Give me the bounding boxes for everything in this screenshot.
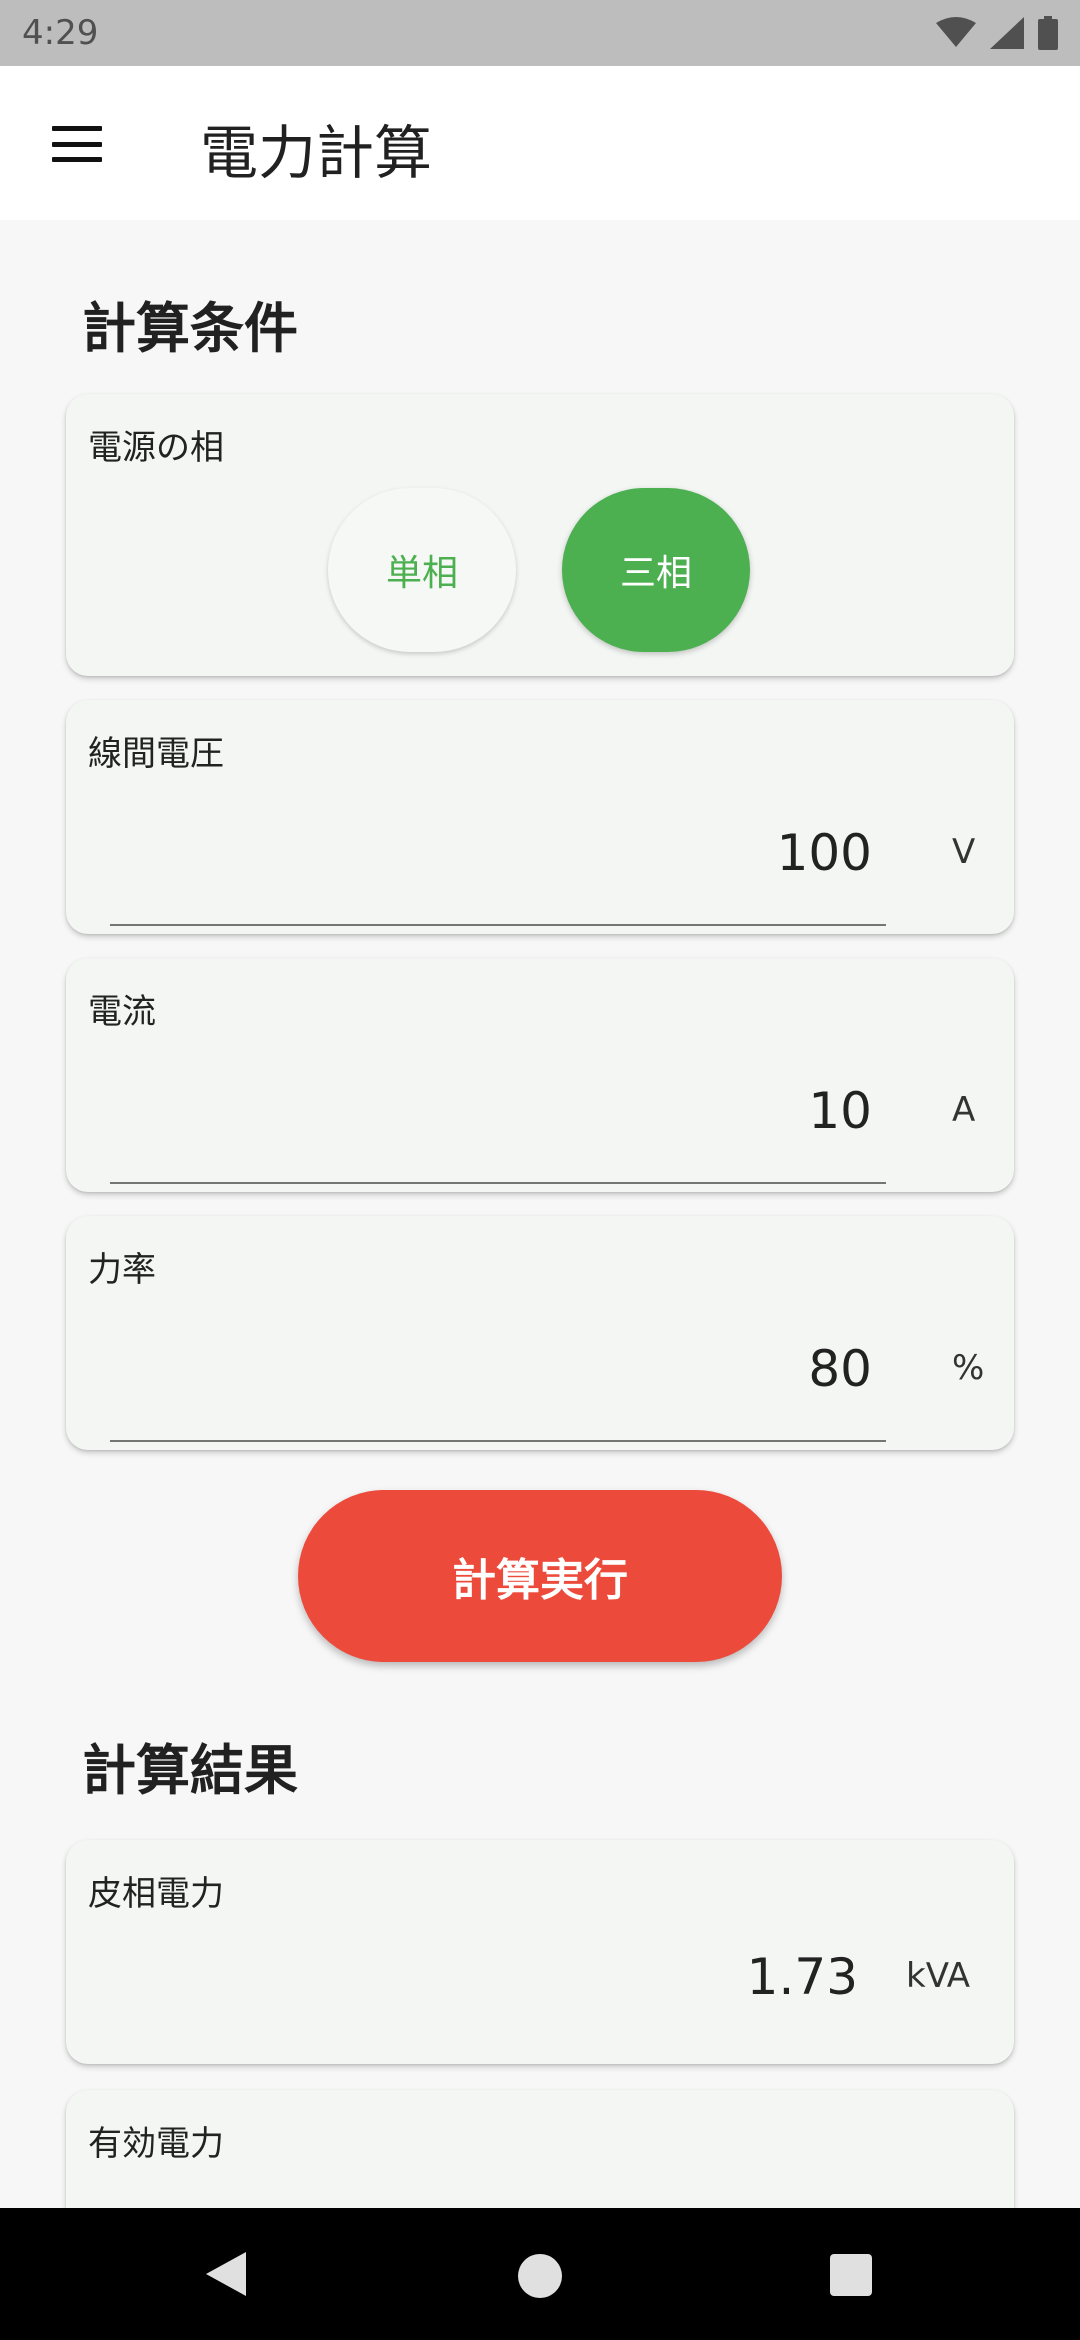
voltage-label: 線間電圧 (88, 734, 224, 774)
back-icon[interactable] (204, 2250, 248, 2298)
battery-icon (1038, 16, 1058, 50)
current-input-underline (110, 1182, 886, 1184)
active-power-label: 有効電力 (88, 2124, 224, 2164)
status-bar: 4:29 (0, 0, 1080, 66)
current-card: 電流 10 A (66, 958, 1014, 1192)
phase-card: 電源の相 単相 三相 (66, 394, 1014, 676)
hamburger-menu-icon[interactable] (52, 126, 102, 162)
status-time: 4:29 (22, 13, 99, 53)
status-icons (936, 16, 1058, 50)
power-factor-input[interactable]: 80 (808, 1340, 872, 1398)
apparent-power-card: 皮相電力 1.73 kVA (66, 1840, 1014, 2064)
apparent-power-unit: kVA (906, 1956, 971, 1996)
execute-calculation-button[interactable]: 計算実行 (298, 1490, 782, 1662)
voltage-input[interactable]: 100 (777, 824, 872, 882)
single-phase-button[interactable]: 単相 (328, 488, 516, 652)
results-section-title: 計算結果 (82, 1739, 298, 1802)
current-unit: A (952, 1090, 976, 1130)
apparent-power-value: 1.73 (746, 1948, 858, 2006)
power-factor-input-underline (110, 1440, 886, 1442)
current-input[interactable]: 10 (808, 1082, 872, 1140)
home-icon[interactable] (518, 2254, 562, 2298)
voltage-unit: V (952, 832, 976, 872)
power-factor-unit: % (952, 1348, 985, 1388)
app-bar: 電力計算 (0, 66, 1080, 220)
apparent-power-label: 皮相電力 (88, 1874, 224, 1914)
phase-label: 電源の相 (88, 428, 224, 468)
power-factor-label: 力率 (88, 1250, 156, 1290)
conditions-section-title: 計算条件 (82, 297, 298, 360)
current-label: 電流 (88, 992, 156, 1032)
recent-apps-icon[interactable] (830, 2254, 872, 2296)
three-phase-button[interactable]: 三相 (562, 488, 750, 652)
voltage-card: 線間電圧 100 V (66, 700, 1014, 934)
wifi-icon (936, 17, 976, 47)
system-nav-bar (0, 2208, 1080, 2340)
app-title: 電力計算 (200, 119, 433, 187)
voltage-input-underline (110, 924, 886, 926)
power-factor-card: 力率 80 % (66, 1216, 1014, 1450)
cell-signal-icon (990, 17, 1024, 49)
